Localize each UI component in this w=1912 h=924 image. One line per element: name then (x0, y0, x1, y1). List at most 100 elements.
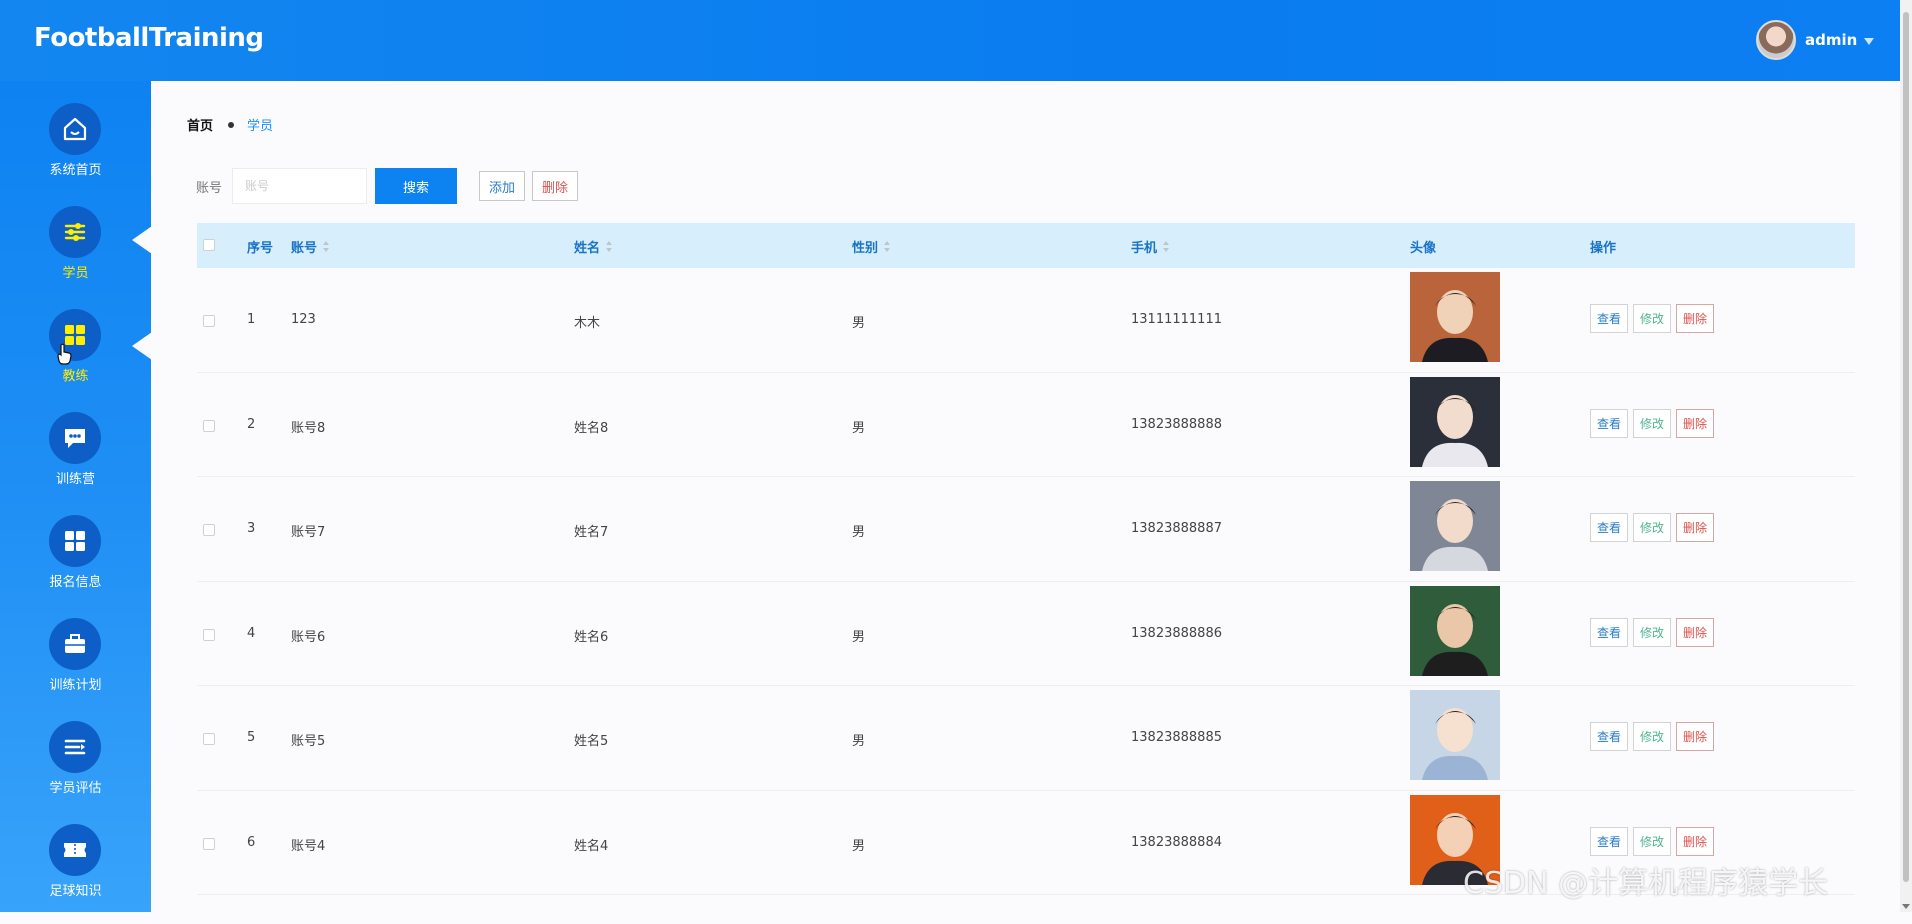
cell-index: 3 (247, 521, 256, 536)
row-checkbox[interactable] (203, 524, 215, 536)
cell-index: 5 (247, 730, 256, 745)
sidebar-item-training-plans[interactable]: 训练计划 (0, 618, 151, 718)
edit-button[interactable]: 修改 (1633, 304, 1672, 333)
add-button[interactable]: 添加 (479, 171, 526, 201)
cell-account: 账号8 (291, 420, 326, 436)
student-avatar-image[interactable] (1410, 690, 1500, 780)
cell-name: 姓名6 (574, 629, 609, 645)
sidebar-item-label: 训练营 (55, 472, 95, 487)
cell-phone: 13823888887 (1131, 521, 1222, 536)
edit-button[interactable]: 修改 (1633, 617, 1672, 647)
view-button[interactable]: 查看 (1590, 513, 1629, 542)
column-header-name[interactable]: 姓名 (574, 237, 613, 256)
sidebar-item-evaluations[interactable]: 学员评估 (0, 721, 151, 821)
username-label[interactable]: admin (1805, 31, 1857, 49)
edit-button[interactable]: 修改 (1633, 826, 1672, 856)
account-search-input[interactable] (232, 168, 367, 204)
column-header-phone[interactable]: 手机 (1131, 237, 1170, 256)
cell-phone: 13823888886 (1131, 625, 1222, 641)
delete-button[interactable]: 删除 (1676, 826, 1715, 856)
chat-icon (49, 412, 101, 464)
delete-button[interactable]: 删除 (1676, 513, 1715, 542)
list-icon (49, 721, 101, 773)
delete-button[interactable]: 删除 (1676, 617, 1715, 647)
table-body: 1 123 木木 男 13111111111 查看 修改 删除 2 账号8 姓名… (197, 268, 1855, 895)
sidebar: 系统首页 学员 教练 训练营 报名信息 训练计划 学员评估 足球知识 (0, 81, 152, 912)
row-actions: 查看 修改 删除 (1590, 722, 1719, 751)
table-row: 5 账号5 姓名5 男 13823888885 查看 修改 删除 (197, 686, 1855, 791)
user-menu[interactable]: admin (1756, 20, 1875, 60)
cell-phone: 13823888884 (1131, 834, 1222, 850)
table-header: 序号 账号 姓名 性别 手机 头像 操作 (197, 223, 1855, 268)
batch-delete-button[interactable]: 删除 (532, 171, 579, 201)
search-button[interactable]: 搜索 (375, 168, 457, 204)
edit-button[interactable]: 修改 (1633, 408, 1672, 438)
sidebar-item-home[interactable]: 系统首页 (0, 103, 151, 203)
column-header-account[interactable]: 账号 (291, 237, 330, 256)
cell-name: 姓名8 (574, 420, 609, 436)
cell-gender: 男 (852, 525, 866, 540)
row-checkbox[interactable] (203, 733, 215, 745)
hover-indicator (132, 332, 152, 360)
student-avatar-image[interactable] (1410, 376, 1500, 467)
breadcrumb-home[interactable]: 首页 (187, 115, 213, 134)
caret-down-icon[interactable] (1864, 37, 1875, 45)
column-header-gender[interactable]: 性别 (852, 237, 891, 256)
student-avatar-image[interactable] (1410, 272, 1500, 362)
sort-icon[interactable] (1163, 240, 1170, 253)
ticket-icon (49, 824, 101, 876)
cell-account: 账号5 (291, 734, 326, 749)
page-scrollbar[interactable] (1900, 0, 1912, 912)
sidebar-item-coaches[interactable]: 教练 (0, 309, 151, 409)
cell-account: 账号7 (291, 525, 326, 540)
delete-button[interactable]: 删除 (1676, 722, 1715, 751)
delete-button[interactable]: 删除 (1676, 304, 1715, 333)
breadcrumb-current: 学员 (247, 119, 274, 134)
row-checkbox[interactable] (203, 315, 215, 327)
table-row: 2 账号8 姓名8 男 13823888888 查看 修改 删除 (197, 373, 1855, 477)
cell-index: 1 (247, 312, 256, 327)
row-checkbox[interactable] (203, 628, 215, 641)
student-avatar-image[interactable] (1410, 481, 1500, 571)
sidebar-item-knowledge[interactable]: 足球知识 (0, 824, 151, 924)
user-avatar[interactable] (1756, 20, 1796, 60)
sort-icon[interactable] (884, 240, 891, 253)
view-button[interactable]: 查看 (1590, 722, 1629, 751)
scroll-down-arrow-icon[interactable] (1902, 904, 1910, 909)
view-button[interactable]: 查看 (1590, 304, 1629, 333)
edit-button[interactable]: 修改 (1633, 513, 1672, 542)
select-all-checkbox[interactable] (203, 239, 215, 251)
grid-icon (49, 515, 101, 567)
scrollbar-thumb[interactable] (1903, 12, 1909, 882)
app-logo[interactable]: FootballTraining (34, 23, 264, 53)
mouse-cursor-icon (57, 343, 72, 365)
column-header-index: 序号 (247, 241, 274, 256)
table-row: 4 账号6 姓名6 男 13823888886 查看 修改 删除 (197, 582, 1855, 686)
cell-account: 账号6 (291, 629, 326, 645)
row-checkbox[interactable] (203, 837, 215, 850)
edit-button[interactable]: 修改 (1633, 722, 1672, 751)
view-button[interactable]: 查看 (1590, 617, 1629, 647)
cell-phone: 13111111111 (1131, 312, 1222, 327)
watermark: CSDN @计算机程序猿学长 (1463, 866, 1829, 901)
sort-icon[interactable] (606, 240, 613, 253)
student-avatar-image[interactable] (1410, 585, 1500, 676)
sidebar-item-camps[interactable]: 训练营 (0, 412, 151, 512)
cell-name: 姓名4 (574, 838, 609, 854)
sort-icon[interactable] (323, 240, 330, 253)
cell-account: 账号4 (291, 838, 326, 854)
sidebar-item-registrations[interactable]: 报名信息 (0, 515, 151, 615)
column-header-actions: 操作 (1590, 241, 1617, 256)
view-button[interactable]: 查看 (1590, 826, 1629, 856)
view-button[interactable]: 查看 (1590, 408, 1629, 438)
cell-name: 木木 (574, 316, 601, 331)
cell-gender: 男 (852, 838, 866, 854)
breadcrumb: 首页 学员 (187, 115, 273, 134)
row-checkbox[interactable] (203, 419, 215, 432)
sidebar-item-label: 学员评估 (49, 781, 102, 796)
sidebar-item-students[interactable]: 学员 (0, 206, 151, 306)
column-header-avatar: 头像 (1410, 241, 1437, 256)
sidebar-item-label: 训练计划 (49, 678, 102, 693)
delete-button[interactable]: 删除 (1676, 408, 1715, 438)
row-actions: 查看 修改 删除 (1590, 408, 1719, 438)
